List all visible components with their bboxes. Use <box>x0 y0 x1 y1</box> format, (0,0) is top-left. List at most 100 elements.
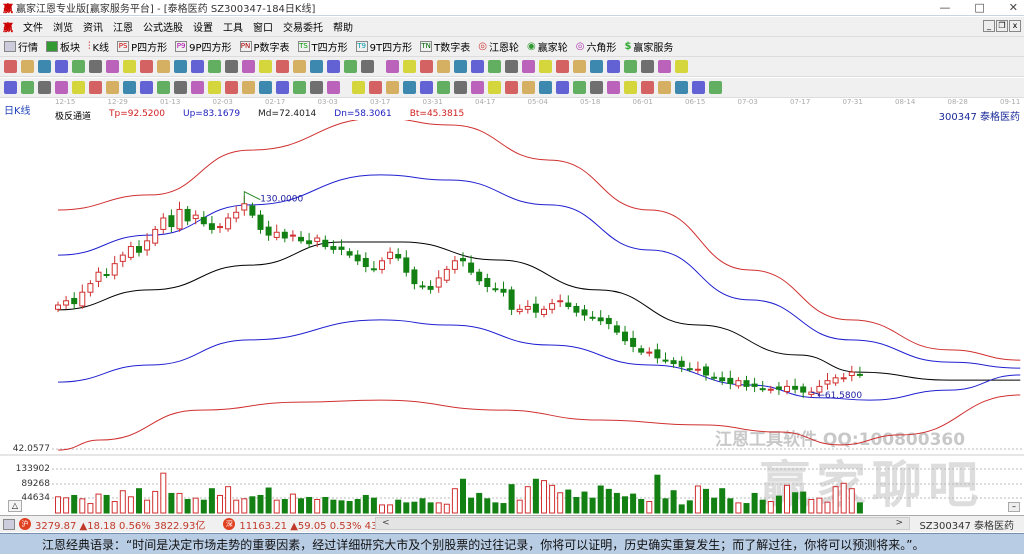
tool-icon[interactable] <box>89 81 102 94</box>
tool-icon[interactable] <box>505 81 518 94</box>
shanghai-index[interactable]: 3279.87 ▲18.18 0.56% 3822.93亿 <box>35 517 205 532</box>
tool-icon[interactable] <box>675 81 688 94</box>
mdi-minimize-button[interactable]: _ <box>983 20 995 32</box>
tool-icon[interactable] <box>403 81 416 94</box>
expand-button[interactable]: △ <box>8 500 22 512</box>
tool-icon[interactable] <box>157 81 170 94</box>
tool-icon[interactable] <box>352 81 365 94</box>
menu-tools[interactable]: 工具 <box>223 19 243 34</box>
tool-icon[interactable] <box>55 81 68 94</box>
winner-wheel-button[interactable]: ◉ 赢家轮 <box>527 39 568 54</box>
tool-icon[interactable] <box>293 81 306 94</box>
tool-icon[interactable] <box>72 81 85 94</box>
tool-icon[interactable] <box>361 60 374 73</box>
horizontal-scrollbar[interactable]: < > <box>375 517 910 530</box>
tool-icon[interactable] <box>106 60 119 73</box>
tool-icon[interactable] <box>38 60 51 73</box>
tool-icon[interactable] <box>505 60 518 73</box>
tool-icon[interactable] <box>310 60 323 73</box>
tool-icon[interactable] <box>174 60 187 73</box>
menu-news[interactable]: 资讯 <box>83 19 103 34</box>
menu-window[interactable]: 窗口 <box>253 19 273 34</box>
tool-icon[interactable] <box>692 81 705 94</box>
tool-icon[interactable] <box>454 81 467 94</box>
tool-icon[interactable] <box>310 81 323 94</box>
tool-icon[interactable] <box>327 81 340 94</box>
tool-icon[interactable] <box>709 81 722 94</box>
tool-icon[interactable] <box>327 60 340 73</box>
tool-icon[interactable] <box>590 60 603 73</box>
tool-icon[interactable] <box>607 60 620 73</box>
minimize-button[interactable]: — <box>939 1 950 14</box>
tool-icon[interactable] <box>573 60 586 73</box>
tool-icon[interactable] <box>208 60 221 73</box>
tool-icon[interactable] <box>420 60 433 73</box>
tool-icon[interactable] <box>624 81 637 94</box>
p-number-table-button[interactable]: PN P数字表 <box>239 39 290 54</box>
tool-icon[interactable] <box>386 60 399 73</box>
menu-file[interactable]: 文件 <box>23 19 43 34</box>
gann-wheel-button[interactable]: ◎ 江恩轮 <box>478 39 519 54</box>
tool-icon[interactable] <box>89 60 102 73</box>
tool-icon[interactable] <box>208 81 221 94</box>
tool-icon[interactable] <box>55 60 68 73</box>
hexagon-button[interactable]: ◎ 六角形 <box>576 39 617 54</box>
tool-icon[interactable] <box>191 60 204 73</box>
9p-square-button[interactable]: P9 9P四方形 <box>175 39 232 54</box>
close-button[interactable]: ✕ <box>1009 1 1018 14</box>
tool-icon[interactable] <box>471 60 484 73</box>
tool-icon[interactable] <box>174 81 187 94</box>
tool-icon[interactable] <box>641 81 654 94</box>
scroll-right-button[interactable]: > <box>895 518 903 528</box>
tool-icon[interactable] <box>624 60 637 73</box>
tool-icon[interactable] <box>658 81 671 94</box>
mdi-restore-button[interactable]: ❐ <box>996 20 1008 32</box>
tool-icon[interactable] <box>590 81 603 94</box>
9t-square-button[interactable]: T9 9T四方形 <box>355 39 412 54</box>
tool-icon[interactable] <box>4 60 17 73</box>
tool-icon[interactable] <box>38 81 51 94</box>
tool-icon[interactable] <box>191 81 204 94</box>
mdi-close-button[interactable]: x <box>1009 20 1021 32</box>
tool-icon[interactable] <box>437 81 450 94</box>
tool-icon[interactable] <box>658 60 671 73</box>
tool-icon[interactable] <box>556 81 569 94</box>
menu-formula[interactable]: 公式选股 <box>143 19 183 34</box>
tool-icon[interactable] <box>259 60 272 73</box>
tool-icon[interactable] <box>72 60 85 73</box>
kline-chart[interactable]: 130.0000 ←61.5800 <box>0 120 1024 515</box>
tool-icon[interactable] <box>242 60 255 73</box>
quotes-button[interactable]: 行情 <box>4 39 38 54</box>
tool-icon[interactable] <box>522 81 535 94</box>
tool-icon[interactable] <box>293 60 306 73</box>
tool-icon[interactable] <box>344 60 357 73</box>
menu-gann[interactable]: 江恩 <box>113 19 133 34</box>
tool-icon[interactable] <box>403 60 416 73</box>
tool-icon[interactable] <box>454 60 467 73</box>
scroll-left-button[interactable]: < <box>382 518 390 528</box>
tool-icon[interactable] <box>106 81 119 94</box>
tool-icon[interactable] <box>607 81 620 94</box>
grid-icon[interactable] <box>3 518 15 530</box>
tool-icon[interactable] <box>225 81 238 94</box>
tool-icon[interactable] <box>522 60 535 73</box>
kline-button[interactable]: ⫶ K线 <box>88 39 109 54</box>
tool-icon[interactable] <box>225 60 238 73</box>
p-square-button[interactable]: PS P四方形 <box>117 39 167 54</box>
tool-icon[interactable] <box>123 81 136 94</box>
menu-help[interactable]: 帮助 <box>333 19 353 34</box>
tool-icon[interactable] <box>556 60 569 73</box>
maximize-button[interactable]: □ <box>974 1 984 14</box>
tool-icon[interactable] <box>471 81 484 94</box>
tool-icon[interactable] <box>386 81 399 94</box>
menu-settings[interactable]: 设置 <box>193 19 213 34</box>
tool-icon[interactable] <box>259 81 272 94</box>
menu-trade[interactable]: 交易委托 <box>283 19 323 34</box>
sector-button[interactable]: 板块 <box>46 39 80 54</box>
t-number-table-button[interactable]: TN T数字表 <box>420 39 470 54</box>
tool-icon[interactable] <box>21 60 34 73</box>
tool-icon[interactable] <box>539 81 552 94</box>
current-stock-code[interactable]: SZ300347 泰格医药 <box>919 517 1014 532</box>
tool-icon[interactable] <box>4 81 17 94</box>
tool-icon[interactable] <box>140 60 153 73</box>
